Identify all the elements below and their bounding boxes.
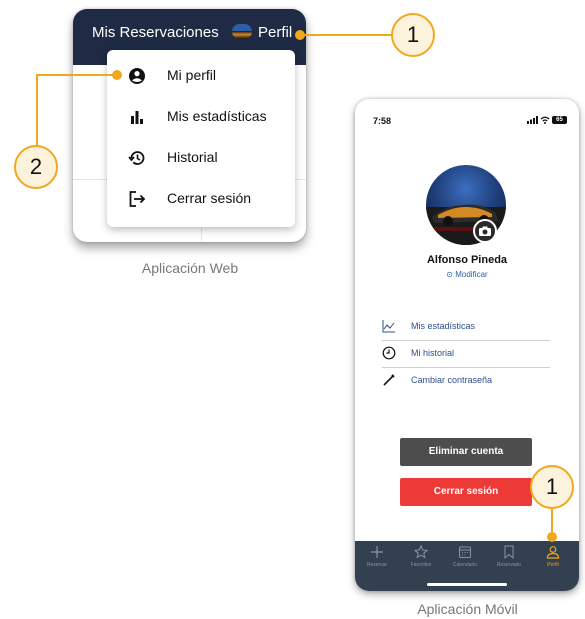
user-name: Alfonso Pineda [426,254,508,266]
option-label: Mis estadísticas [411,321,476,331]
user-icon [546,546,560,559]
option-change-password[interactable]: Cambiar contraseña [382,367,550,394]
callout-line [36,74,114,76]
callout-line [300,34,392,36]
wifi-icon [540,116,550,124]
tab-label: Reservar [366,562,388,568]
battery-indicator: 65 [552,115,567,124]
status-icons: 65 [526,115,567,124]
mobile-caption: Aplicación Móvil [417,601,518,617]
history-icon [128,151,145,165]
tab-label: Perfil [547,562,559,568]
tab-label: Calendario [452,562,478,568]
account-circle-icon [129,68,145,84]
option-label: Mi historial [411,348,455,358]
tab-perfil[interactable]: Perfil [531,545,575,583]
callout-badge: 1 [391,13,435,57]
bookmark-icon [504,545,514,559]
delete-account-button[interactable]: Eliminar cuenta [400,438,532,466]
menu-item-my-profile[interactable]: Mi perfil [107,56,295,96]
menu-item-label: Historial [167,149,218,165]
status-time: 7:58 [373,116,392,126]
profile-dropdown-menu: Mi perfil Mis estadísticas Historial Cer… [107,50,295,227]
mobile-app-screen: 7:58 65 Alfonso Pineda ⊙ Modificar Mis e… [355,99,579,591]
menu-item-history[interactable]: Historial [107,138,295,178]
camera-icon [479,226,491,236]
tab-reservado[interactable]: Reservado [487,545,531,583]
tab-calendario[interactable]: Calendario [443,545,487,583]
tab-reservar[interactable]: Reservar [355,545,399,583]
calendar-icon [459,546,471,558]
avatar[interactable] [232,24,252,39]
callout-badge: 1 [530,465,574,509]
change-photo-button[interactable] [473,219,497,243]
web-app-window: Mis Reservaciones Perfil Mi perfil Mis e… [73,9,306,242]
menu-item-label: Cerrar sesión [167,190,252,206]
menu-item-label: Mis estadísticas [167,108,267,124]
option-statistics[interactable]: Mis estadísticas [382,313,550,341]
callout-line [36,74,38,146]
star-icon [414,545,428,559]
callout-badge: 2 [14,145,58,189]
tab-label: Favoritos [410,562,432,568]
modify-link[interactable]: ⊙ Modificar [355,270,579,279]
tab-favoritos[interactable]: Favoritos [399,545,443,583]
menu-item-label: Mi perfil [167,67,217,83]
profile-menu-button[interactable]: Perfil [258,24,292,41]
line-chart-icon [382,320,395,333]
bar-chart-icon [131,111,143,124]
tab-bar: Reservar Favoritos Calendario Reservado [355,541,579,591]
option-history[interactable]: Mi historial [382,340,550,368]
option-label: Cambiar contraseña [411,375,493,385]
plus-icon [371,546,383,558]
home-indicator [427,583,507,586]
callout-pointer-dot [547,532,557,542]
page-title: Mis Reservaciones [92,24,219,41]
tab-label: Reservado [496,562,522,568]
menu-item-statistics[interactable]: Mis estadísticas [107,97,295,137]
signal-icon [526,115,538,124]
pencil-icon [383,374,395,386]
menu-item-logout[interactable]: Cerrar sesión [107,179,295,219]
logout-button[interactable]: Cerrar sesión [400,478,532,506]
logout-icon [129,191,146,207]
web-caption: Aplicación Web [141,260,239,276]
clock-icon [382,346,396,360]
